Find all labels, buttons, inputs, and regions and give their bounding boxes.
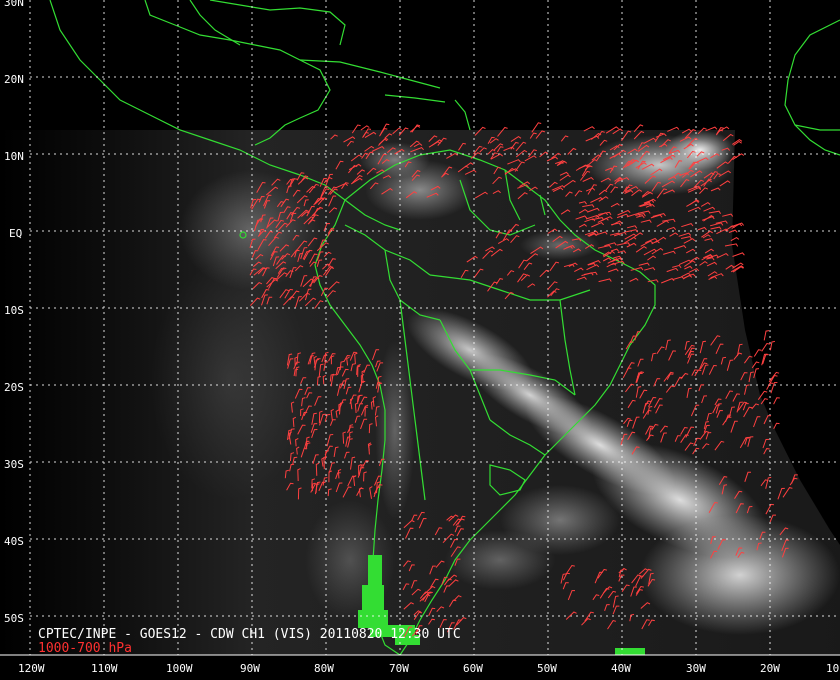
wind-vector [753, 349, 762, 357]
wind-vector [763, 330, 770, 341]
map-canvas: 30N 20N 10N EQ 10S 20S 30S 40S 50S 120W … [0, 0, 840, 680]
caption-title: CPTEC/INPE - GOES12 - CDW CH1 (VIS) 2011… [38, 627, 461, 642]
lon-label: 30W [686, 662, 706, 675]
lon-label: 70W [389, 662, 409, 675]
lat-label: 30N [4, 0, 24, 9]
lon-label: 10 [826, 662, 839, 675]
lon-label: 40W [611, 662, 631, 675]
lat-label: 10S [4, 304, 24, 317]
lat-label: 30S [4, 458, 24, 471]
wind-vector [753, 368, 760, 379]
wind-vector [761, 342, 770, 352]
lon-label: 110W [91, 662, 118, 675]
wind-vector [773, 422, 780, 430]
wind-vector [770, 382, 778, 394]
wind-vector [751, 361, 760, 369]
wind-vector [773, 397, 780, 405]
wind-vector [769, 340, 775, 351]
lon-label: 50W [537, 662, 557, 675]
lat-label: 20N [4, 73, 24, 86]
lon-label: 120W [18, 662, 45, 675]
satellite-map: 30N 20N 10N EQ 10S 20S 30S 40S 50S 120W … [0, 0, 840, 680]
lon-label: 80W [314, 662, 334, 675]
lat-label: 10N [4, 150, 24, 163]
wind-vector [732, 252, 745, 257]
lat-label: 40S [4, 535, 24, 548]
lat-label: 50S [4, 612, 24, 625]
lat-label: 20S [4, 381, 24, 394]
lon-label: 60W [463, 662, 483, 675]
lat-label: EQ [9, 227, 22, 240]
wind-vector [733, 140, 742, 146]
lon-label: 90W [240, 662, 260, 675]
caption-level: 1000-700 hPa [38, 641, 132, 656]
lon-label: 20W [760, 662, 780, 675]
lon-label: 100W [166, 662, 193, 675]
